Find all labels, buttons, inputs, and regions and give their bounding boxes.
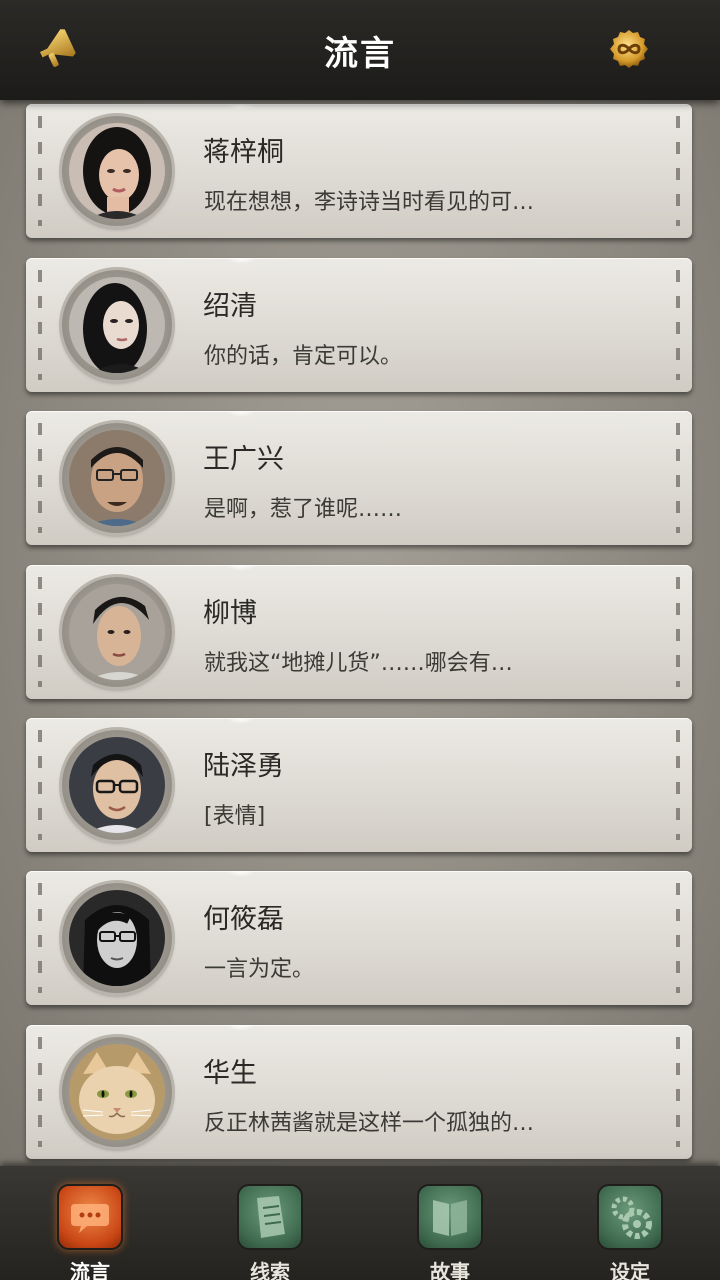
- man-glasses-portrait-avatar: [69, 737, 165, 833]
- card-notch: [226, 871, 256, 877]
- tab-label: 设定: [610, 1260, 650, 1280]
- bottom-tab-bar: 流言 线索 故事 设定: [0, 1166, 720, 1280]
- message-preview: 现在想想，李诗诗当时看见的可…: [204, 190, 535, 215]
- stitch-decoration: [676, 730, 680, 840]
- tab-label: 线索: [250, 1260, 290, 1280]
- stitch-decoration: [676, 577, 680, 687]
- book-icon: [417, 1184, 483, 1250]
- stitch-decoration: [676, 270, 680, 380]
- avatar-frame: [62, 270, 172, 380]
- man-glasses-portrait-avatar: [69, 890, 165, 986]
- woman-portrait-avatar: [69, 123, 165, 219]
- stitch-decoration: [676, 423, 680, 533]
- rumor-list[interactable]: 蒋梓桐 现在想想，李诗诗当时看见的可… 绍清 你的话，肯定可以。 王广兴 是啊，…: [0, 100, 720, 1166]
- stitch-decoration: [38, 116, 42, 226]
- contact-name: 蒋梓桐: [203, 137, 284, 168]
- card-notch: [226, 258, 256, 264]
- card-notch: [226, 718, 256, 724]
- avatar-frame: [62, 577, 172, 687]
- list-item[interactable]: 蒋梓桐 现在想想，李诗诗当时看见的可…: [26, 104, 692, 238]
- message-preview: 就我这“地摊儿货”……哪会有…: [204, 651, 513, 676]
- list-item[interactable]: 华生 反正林茜酱就是这样一个孤独的…: [26, 1025, 692, 1159]
- list-item[interactable]: 绍清 你的话，肯定可以。: [26, 258, 692, 392]
- tab-label: 故事: [430, 1260, 470, 1280]
- list-item[interactable]: 陆泽勇 [表情]: [26, 718, 692, 852]
- contact-name: 陆泽勇: [203, 751, 284, 782]
- card-notch: [226, 1025, 256, 1031]
- infinity-coin-icon[interactable]: [608, 28, 650, 70]
- stitch-decoration: [38, 577, 42, 687]
- list-item[interactable]: 何筱磊 一言为定。: [26, 871, 692, 1005]
- message-preview: 反正林茜酱就是这样一个孤独的…: [204, 1111, 535, 1136]
- message-preview: [表情]: [204, 804, 266, 829]
- note-paper-icon: [237, 1184, 303, 1250]
- card-notch: [226, 104, 256, 110]
- message-preview: 你的话，肯定可以。: [204, 344, 403, 369]
- chat-bubble-icon: [57, 1184, 123, 1250]
- contact-name: 华生: [203, 1058, 257, 1089]
- stitch-decoration: [38, 423, 42, 533]
- tab-label: 流言: [70, 1260, 110, 1280]
- card-notch: [226, 411, 256, 417]
- contact-name: 绍清: [203, 291, 257, 322]
- message-preview: 一言为定。: [204, 957, 315, 982]
- tab-story[interactable]: 故事: [410, 1184, 490, 1280]
- avatar-frame: [62, 1037, 172, 1147]
- stitch-decoration: [38, 1037, 42, 1147]
- stitch-decoration: [38, 883, 42, 993]
- avatar-frame: [62, 423, 172, 533]
- contact-name: 王广兴: [203, 444, 284, 475]
- stitch-decoration: [38, 730, 42, 840]
- tab-settings[interactable]: 设定: [590, 1184, 670, 1280]
- card-notch: [226, 565, 256, 571]
- stitch-decoration: [676, 1037, 680, 1147]
- stitch-decoration: [38, 270, 42, 380]
- stitch-decoration: [676, 883, 680, 993]
- contact-name: 何筱磊: [203, 904, 284, 935]
- avatar-frame: [62, 730, 172, 840]
- woman-portrait-avatar: [69, 277, 165, 373]
- avatar-frame: [62, 116, 172, 226]
- tab-rumors[interactable]: 流言: [50, 1184, 130, 1280]
- contact-name: 柳博: [203, 598, 257, 629]
- cat-portrait-avatar: [69, 1044, 165, 1140]
- tab-clues[interactable]: 线索: [230, 1184, 310, 1280]
- list-item[interactable]: 柳博 就我这“地摊儿货”……哪会有…: [26, 565, 692, 699]
- stitch-decoration: [676, 116, 680, 226]
- message-preview: 是啊，惹了谁呢……: [204, 497, 403, 522]
- top-bar: 流言: [0, 0, 720, 100]
- gear-icon: [597, 1184, 663, 1250]
- avatar-frame: [62, 883, 172, 993]
- list-item[interactable]: 王广兴 是啊，惹了谁呢……: [26, 411, 692, 545]
- man-portrait-avatar: [69, 584, 165, 680]
- man-glasses-portrait-avatar: [69, 430, 165, 526]
